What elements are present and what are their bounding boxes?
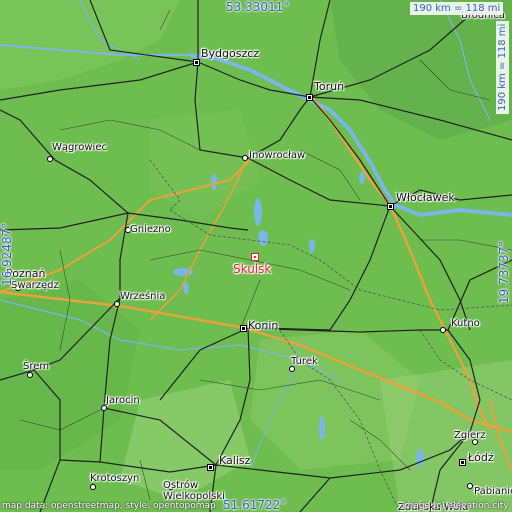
town-marker-wagrowiec: [47, 156, 53, 162]
town-label-swarzedz: Swarzędz: [11, 280, 59, 291]
town-marker-inowroclaw: [242, 155, 248, 161]
town-label-bydgoszcz: Bydgoszcz: [201, 47, 260, 60]
town-marker-kutno: [440, 327, 446, 333]
town-marker-krotoszyn: [90, 484, 96, 490]
town-label-pabianice: Pabianice: [474, 486, 512, 497]
coord-top: 53.33011°: [226, 0, 290, 14]
town-label-srem: Śrem: [23, 361, 50, 372]
town-marker-bydgoszcz: [192, 58, 200, 66]
town-label-wrzesnia: Września: [120, 291, 166, 302]
town-marker-wloclawek: [386, 202, 394, 210]
map[interactable]: Bydgoszcz Toruń Brodnica Wągrowiec Inowr…: [0, 0, 512, 512]
town-label-kalisz: Kalisz: [219, 454, 251, 467]
town-marker-kalisz: [206, 463, 214, 471]
town-marker-torun: [305, 93, 313, 101]
town-label-turek: Turek: [291, 356, 318, 367]
town-marker-lodz: [458, 458, 466, 466]
town-label-gniezno: Gniezno: [130, 224, 171, 235]
location-marker: [251, 253, 259, 261]
town-label-konin: Konin: [248, 319, 279, 332]
location-label: Skulsk: [233, 262, 272, 276]
town-label-kutno: Kutno: [451, 318, 480, 329]
town-label-torun: Toruń: [314, 80, 345, 93]
credit-left: map data: openstreetmap, style: opentopo…: [2, 501, 216, 511]
town-label-lodz: Łódź: [468, 451, 494, 464]
town-label-wagrowiec: Wągrowiec: [52, 142, 107, 153]
town-label-inowroclaw: Inowrocław: [249, 150, 306, 161]
coord-bottom: 51.61722°: [223, 498, 287, 512]
town-marker-pabianice: [467, 483, 473, 489]
coord-left: 16.92487°: [0, 222, 14, 286]
town-label-wloclawek: Włocławek: [396, 191, 455, 204]
town-label-zgierz: Zgierz: [454, 430, 486, 441]
town-marker-konin: [239, 324, 247, 332]
scale-horizontal: 190 km = 118 mi: [410, 2, 504, 15]
town-label-krotoszyn: Krotoszyn: [90, 473, 140, 484]
credit-right: image (c) elevation.city: [402, 501, 509, 511]
town-marker-srem: [27, 372, 33, 378]
coord-right: 19.73737°: [497, 240, 511, 304]
town-label-jarocin: Jarocin: [106, 395, 140, 406]
scale-vertical: 190 km = 118 mi: [496, 20, 509, 114]
